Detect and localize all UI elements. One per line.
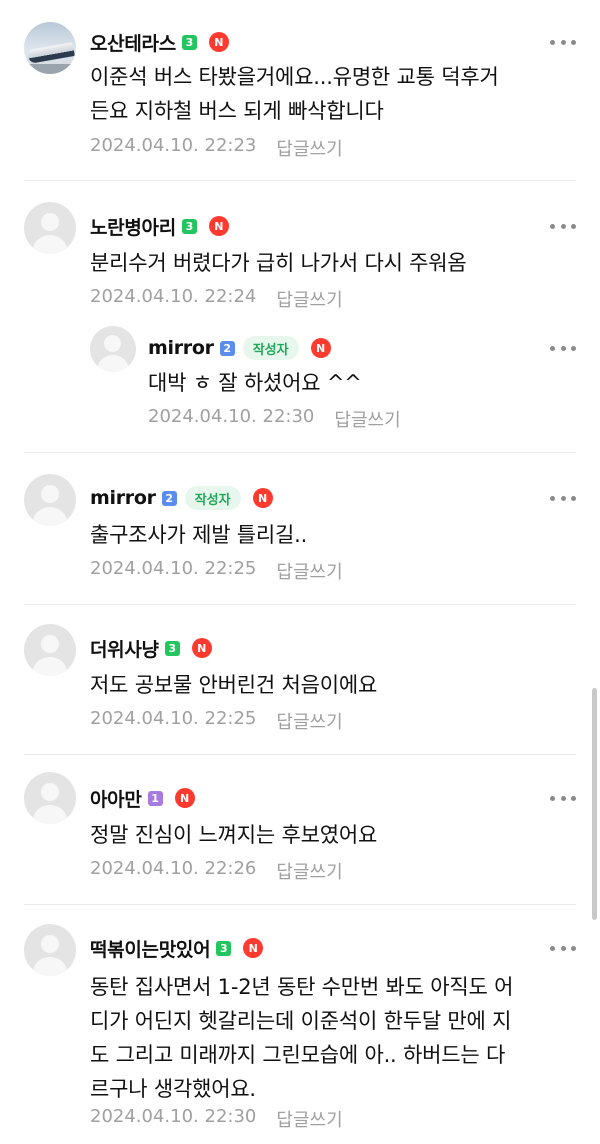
new-badge: N [252, 488, 273, 508]
scrollbar[interactable] [592, 688, 597, 920]
more-options-icon[interactable] [550, 32, 576, 52]
default-avatar-icon[interactable] [24, 474, 76, 526]
comment-date: 2024.04.10. 22:30 [148, 406, 315, 427]
comment-text-line: 이준석 버스 타봤을거에요...유명한 교통 덕후거 [90, 65, 499, 89]
default-avatar-icon[interactable] [90, 326, 136, 372]
level-badge: 3 [216, 940, 232, 956]
reply-button[interactable]: 답글쓰기 [276, 708, 342, 734]
comment-text-line: 동탄 집사면서 1-2년 동탄 수만번 봐도 아직도 어 [90, 975, 514, 999]
more-options-icon[interactable] [550, 938, 576, 958]
default-avatar-icon[interactable] [24, 772, 76, 824]
divider [24, 754, 576, 755]
new-badge: N [243, 938, 264, 958]
new-badge: N [208, 32, 229, 52]
comment-author-name[interactable]: 아아만 [90, 785, 142, 812]
default-avatar-icon[interactable] [24, 202, 76, 254]
comment-author-name[interactable]: 더위사냥 [90, 635, 159, 662]
more-options-icon[interactable] [550, 338, 576, 358]
more-options-icon[interactable] [550, 216, 576, 236]
comment-text-line: 든요 지하철 버스 되게 빠삭합니다 [90, 99, 384, 123]
reply-button[interactable]: 답글쓰기 [276, 135, 342, 161]
default-avatar-icon[interactable] [24, 624, 76, 676]
reply-button[interactable]: 답글쓰기 [276, 858, 342, 884]
divider [24, 452, 576, 453]
divider [24, 904, 576, 905]
comment-text-line: 디가 어딘지 헷갈리는데 이준석이 한두달 만에 지 [90, 1009, 512, 1033]
comment-date: 2024.04.10. 22:24 [90, 286, 257, 307]
comment-text-line: 출구조사가 제발 틀리길.. [90, 523, 308, 547]
more-options-icon[interactable] [550, 788, 576, 808]
divider [24, 604, 576, 605]
author-badge: 작성자 [242, 336, 299, 360]
comment-text-line: 분리수거 버렸다가 급히 나가서 다시 주워옴 [90, 251, 467, 275]
default-avatar-icon[interactable] [24, 924, 76, 976]
level-badge: 3 [164, 640, 180, 656]
comment-author-name[interactable]: 오산테라스 [90, 29, 176, 56]
comment-author-name[interactable]: mirror [148, 337, 214, 359]
comment-date: 2024.04.10. 22:25 [90, 708, 257, 729]
comment-text-line: 대박 ㅎ 잘 하셨어요 ^^ [148, 371, 362, 395]
level-badge: 3 [181, 34, 197, 50]
divider [24, 180, 576, 181]
more-options-icon[interactable] [550, 488, 576, 508]
new-badge: N [310, 338, 331, 358]
comment-date: 2024.04.10. 22:25 [90, 558, 257, 579]
new-badge: N [191, 638, 212, 658]
comment-text-line: 도 그리고 미래까지 그린모습에 아.. 하버드는 다 [90, 1043, 506, 1067]
comment-date: 2024.04.10. 22:26 [90, 858, 257, 879]
reply-button[interactable]: 답글쓰기 [334, 406, 400, 432]
author-badge: 작성자 [184, 486, 241, 510]
reply-button[interactable]: 답글쓰기 [276, 558, 342, 584]
reply-button[interactable]: 답글쓰기 [276, 286, 342, 312]
new-badge: N [174, 788, 195, 808]
avatar-photo[interactable] [24, 22, 76, 74]
level-badge: 1 [147, 790, 163, 806]
reply-button[interactable]: 답글쓰기 [276, 1106, 342, 1132]
new-badge: N [208, 216, 229, 236]
level-badge: 2 [219, 340, 235, 356]
comment-author-name[interactable]: 노란병아리 [90, 213, 176, 240]
comment-text-line: 저도 공보물 안버린건 처음이에요 [90, 673, 378, 697]
comment-date: 2024.04.10. 22:30 [90, 1106, 257, 1127]
comment-date: 2024.04.10. 22:23 [90, 135, 257, 156]
level-badge: 2 [161, 490, 177, 506]
comment-text-line: 르구나 생각했어요. [90, 1077, 256, 1101]
comment-text-line: 정말 진심이 느껴지는 후보였어요 [90, 823, 378, 847]
comment-author-name[interactable]: mirror [90, 487, 156, 509]
comment-author-name[interactable]: 떡볶이는맛있어 [90, 935, 211, 962]
level-badge: 3 [181, 218, 197, 234]
